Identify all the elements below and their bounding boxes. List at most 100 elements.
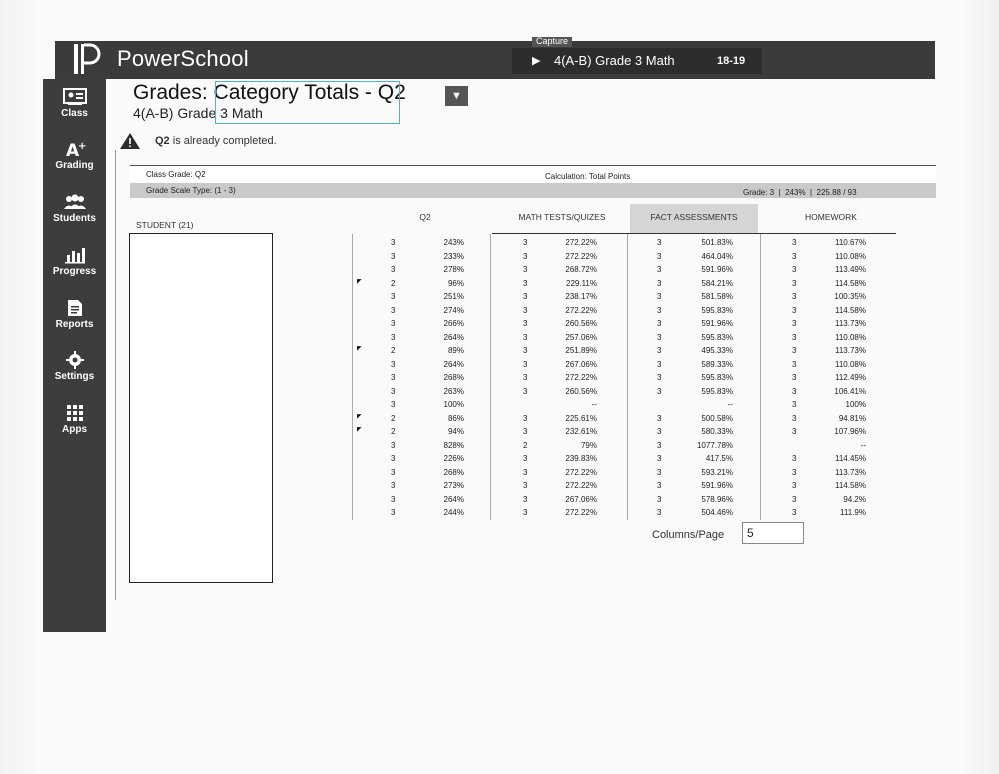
q2-percent-cell: 251% <box>443 292 464 301</box>
homework-percent-cell: 113.73% <box>835 467 866 477</box>
homework-percent-cell: 100% <box>845 400 866 409</box>
math-percent-cell: 232.61% <box>565 427 597 436</box>
fact-grade-cell: 3 <box>657 386 662 396</box>
term-dropdown-button[interactable]: ▼ <box>445 86 468 106</box>
fact-grade-cell: 3 <box>657 278 662 288</box>
q2-percent-cell: 89% <box>447 346 464 355</box>
nav-item-settings[interactable]: Settings <box>43 351 106 382</box>
warning-message: Q2 is already completed. <box>155 135 277 147</box>
homework-grade-cell: 3 <box>792 332 797 342</box>
math-grade-cell: 3 <box>523 427 528 436</box>
apps-grid-icon <box>43 404 106 422</box>
powerschool-logo-icon[interactable] <box>72 42 102 76</box>
math-grade-cell: 3 <box>523 454 528 463</box>
math-grade-cell: 3 <box>523 508 528 517</box>
nav-item-label: Grading <box>55 160 94 171</box>
homework-grade-cell: 3 <box>792 494 797 504</box>
term-label: 18-19 <box>717 55 746 67</box>
q2-grade-cell: 3 <box>391 319 396 328</box>
math-grade-cell: 3 <box>523 332 528 342</box>
homework-percent-cell: 113.73% <box>835 346 866 355</box>
q2-grade-cell: 3 <box>391 251 396 261</box>
math-grade-cell: 3 <box>523 386 528 396</box>
nav-item-apps[interactable]: Apps <box>43 404 106 435</box>
gear-icon <box>43 351 106 369</box>
app-title[interactable]: PowerSchool <box>117 46 249 72</box>
math-grade-cell: 3 <box>523 481 528 490</box>
fact-column-header[interactable]: FACT ASSESSMENTS <box>630 212 758 222</box>
math-percent-cell: 79% <box>580 440 597 450</box>
homework-percent-cell: 94.2% <box>843 494 866 504</box>
q2-column-header[interactable]: Q2 <box>395 212 455 222</box>
math-grade-cell: 2 <box>523 440 528 450</box>
q2-percent-cell: 233% <box>443 251 464 261</box>
homework-grade-cell: 3 <box>792 238 797 247</box>
homework-grade-cell: 3 <box>792 346 797 355</box>
class-name: 4(A-B) Grade 3 Math <box>554 53 675 68</box>
math-grade-cell: 3 <box>523 238 528 247</box>
q2-percent-cell: 264% <box>443 359 464 369</box>
nav-item-label: Apps <box>62 424 87 435</box>
q2-percent-cell: 94% <box>447 427 464 436</box>
calculation-label: Calculation: Total Points <box>545 172 631 181</box>
homework-grade-cell: 3 <box>792 265 797 274</box>
homework-grade-cell: 3 <box>792 386 797 396</box>
warning-term: Q2 <box>155 135 170 147</box>
columns-per-page-input[interactable]: 5 <box>742 522 804 544</box>
math-grade-cell: 3 <box>523 292 528 301</box>
fact-grade-cell: 3 <box>657 494 662 504</box>
q2-grade-cell: 2 <box>391 278 396 288</box>
q2-percent-cell: 86% <box>447 413 464 423</box>
class-selector[interactable]: ▶ 4(A-B) Grade 3 Math 18-19 <box>512 48 762 74</box>
nav-item-grading[interactable]: A + Grading <box>43 140 106 171</box>
fact-grade-cell: 3 <box>657 251 662 261</box>
grading-icon: A + <box>43 140 106 161</box>
homework-percent-cell: -- <box>860 440 866 450</box>
fact-grade-cell: 3 <box>657 319 662 328</box>
q2-percent-cell: 244% <box>443 508 464 517</box>
fact-percent-cell: 589.33% <box>701 359 733 369</box>
homework-grade-cell: 3 <box>792 467 797 477</box>
content-divider <box>115 150 116 600</box>
student-names-redacted <box>129 233 273 583</box>
q2-percent-cell: 828% <box>443 440 464 450</box>
q2-percent-cell: 268% <box>443 467 464 477</box>
homework-column-header[interactable]: HOMEWORK <box>764 212 898 222</box>
flag-marker-icon: ◤ <box>357 278 362 285</box>
math-column-header[interactable]: MATH TESTS/QUIZES <box>495 212 629 222</box>
capture-tab[interactable]: Capture <box>532 37 573 47</box>
q2-grade-cell: 3 <box>391 359 396 369</box>
nav-item-class[interactable]: Class <box>43 88 106 119</box>
fact-grade-cell: 3 <box>657 292 662 301</box>
fact-percent-cell: 501.83% <box>701 238 733 247</box>
class-icon <box>43 88 106 106</box>
homework-percent-cell: 110.08% <box>835 359 866 369</box>
q2-grade-cell: 3 <box>391 440 396 450</box>
homework-percent-cell: 113.49% <box>835 265 866 274</box>
homework-grade-cell: 3 <box>792 413 797 423</box>
math-grade-cell: 3 <box>523 373 528 382</box>
fact-percent-cell: 464.04% <box>701 251 733 261</box>
column-divider <box>352 234 353 520</box>
math-percent-cell: 272.22% <box>565 373 597 382</box>
homework-percent-cell: 110.08% <box>835 332 866 342</box>
homework-percent-cell: 112.49% <box>835 373 866 382</box>
nav-item-students[interactable]: Students <box>43 193 106 224</box>
nav-item-label: Settings <box>54 371 95 382</box>
student-column-header[interactable]: STUDENT (21) <box>136 220 193 230</box>
fact-percent-cell: 417.5% <box>705 454 733 463</box>
math-grade-cell: 3 <box>523 305 528 315</box>
homework-grade-cell: 3 <box>792 278 797 288</box>
warning-icon <box>120 133 140 149</box>
fact-percent-cell: 1077.78% <box>696 440 733 450</box>
q2-grade-cell: 3 <box>391 265 396 274</box>
warning-text: is already completed. <box>172 135 277 147</box>
homework-percent-cell: 100.35% <box>834 292 866 301</box>
nav-item-progress[interactable]: Progress <box>43 246 106 277</box>
q2-grade-cell: 3 <box>391 508 396 517</box>
reports-icon <box>43 299 106 317</box>
annotation-highlight <box>215 81 400 124</box>
homework-grade-cell: 3 <box>792 508 797 517</box>
nav-item-reports[interactable]: Reports <box>43 299 106 330</box>
homework-grade-cell: 3 <box>792 454 797 463</box>
